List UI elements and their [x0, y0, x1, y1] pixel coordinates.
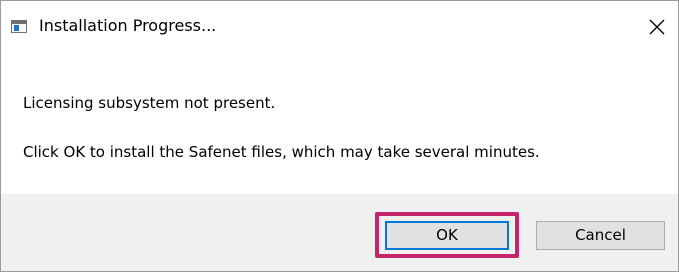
ok-button[interactable]: OK: [385, 221, 509, 250]
app-icon-pane: [14, 25, 19, 31]
instruction-message: Click OK to install the Safenet files, w…: [23, 143, 540, 161]
title-bar: Installation Progress...: [1, 1, 678, 51]
cancel-button[interactable]: Cancel: [536, 221, 665, 250]
status-message: Licensing subsystem not present.: [23, 94, 276, 112]
close-icon[interactable]: [644, 14, 670, 40]
app-icon-titlebar: [12, 21, 26, 24]
installation-progress-dialog: Installation Progress... Licensing subsy…: [0, 0, 679, 272]
window-title: Installation Progress...: [39, 16, 217, 35]
button-bar: OK Cancel: [1, 194, 678, 271]
dialog-content: Licensing subsystem not present. Click O…: [1, 51, 678, 194]
application-icon: [11, 20, 27, 33]
